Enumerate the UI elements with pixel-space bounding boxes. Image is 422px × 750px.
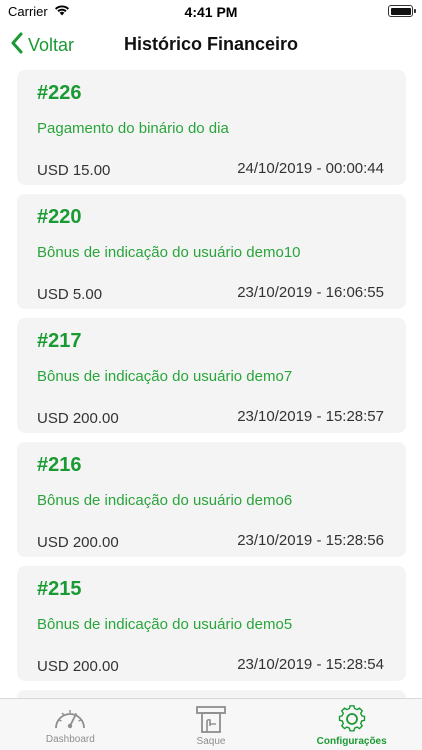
transaction-date: 23/10/2019 - 15:28:56 (237, 532, 384, 549)
transaction-id: #226 (37, 82, 82, 104)
transaction-description: Bônus de indicação do usuário demo6 (37, 492, 293, 509)
transaction-description: Bônus de indicação do usuário demo10 (37, 244, 301, 261)
nav-bar: Voltar Histórico Financeiro (0, 24, 422, 64)
transaction-id: #220 (37, 206, 82, 228)
tab-label: Saque (196, 736, 226, 747)
transaction-description: Bônus de indicação do usuário demo5 (37, 616, 293, 633)
transaction-date: 23/10/2019 - 15:28:57 (237, 408, 384, 425)
transaction-description: Pagamento do binário do dia (37, 120, 229, 137)
transaction-card[interactable]: #220 Bônus de indicação do usuário demo1… (17, 194, 406, 309)
transaction-date: 23/10/2019 - 15:28:54 (237, 656, 384, 673)
atm-withdraw-icon (194, 704, 228, 734)
transaction-amount: USD 15.00 (37, 162, 111, 179)
tab-dashboard[interactable]: Dashboard (0, 699, 141, 750)
transaction-date: 24/10/2019 - 00:00:44 (237, 160, 384, 177)
transaction-amount: USD 5.00 (37, 286, 103, 303)
transaction-amount: USD 200.00 (37, 658, 119, 675)
transaction-id: #216 (37, 454, 82, 476)
transaction-card[interactable]: #226 Pagamento do binário do dia USD 15.… (17, 70, 406, 185)
tab-saque[interactable]: Saque (141, 699, 282, 750)
tab-label: Dashboard (45, 734, 95, 745)
status-time: 4:41 PM (184, 4, 238, 20)
page-title: Histórico Financeiro (123, 34, 299, 54)
transaction-list: #226 Pagamento do binário do dia USD 15.… (17, 70, 406, 720)
transaction-card[interactable]: #215 Bônus de indicação do usuário demo5… (17, 566, 406, 681)
transaction-card[interactable]: #216 Bônus de indicação do usuário demo6… (17, 442, 406, 557)
status-bar: Carrier 4:41 PM (0, 0, 422, 24)
screen: Carrier 4:41 PM Voltar Histórico Finance… (0, 0, 422, 750)
transaction-amount: USD 200.00 (37, 410, 119, 427)
speedometer-icon (53, 704, 87, 732)
battery-fill (390, 7, 411, 15)
tab-bar: Dashboard Saque Configurações (0, 698, 422, 750)
transaction-date: 23/10/2019 - 16:06:55 (237, 284, 384, 301)
gear-icon (335, 704, 369, 734)
transaction-id: #217 (37, 330, 82, 352)
tab-configuracoes[interactable]: Configurações (281, 699, 422, 750)
tab-label: Configurações (316, 736, 387, 747)
transaction-amount: USD 200.00 (37, 534, 119, 551)
transaction-id: #215 (37, 578, 82, 600)
transaction-card[interactable]: #217 Bônus de indicação do usuário demo7… (17, 318, 406, 433)
battery-icon (388, 5, 416, 17)
transaction-description: Bônus de indicação do usuário demo7 (37, 368, 293, 385)
